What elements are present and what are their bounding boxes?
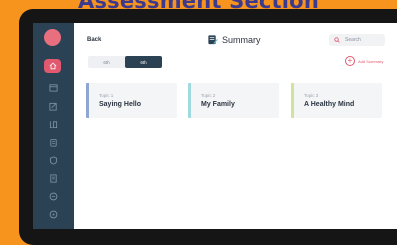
page-title-text: Summary <box>222 34 261 45</box>
topic-number: Topic 3 <box>304 93 319 98</box>
topic-card[interactable]: Topic 3 A Healthy Mind <box>291 83 382 118</box>
calendar-icon <box>49 84 58 92</box>
sidebar-item-home[interactable] <box>44 59 61 73</box>
sidebar-item-document[interactable] <box>48 173 59 184</box>
tab-grade-first[interactable]: 6th <box>88 56 125 68</box>
search-placeholder: Search <box>345 37 361 43</box>
summary-icon <box>208 35 218 45</box>
tab-grade-second[interactable]: 6th <box>125 56 162 68</box>
page-title: Summary <box>207 34 261 45</box>
sidebar-item-book[interactable] <box>48 119 59 130</box>
grade-tabs: 6th 6th <box>88 56 162 68</box>
book-icon <box>49 121 58 129</box>
search-icon <box>334 37 340 43</box>
sidebar-item-shield[interactable] <box>48 155 59 166</box>
add-summary-button[interactable]: + Add Summary <box>345 56 383 66</box>
sidebar-item-clipboard[interactable] <box>48 137 59 148</box>
main-content: Back Summary Search 6th 6th + Add Summar… <box>74 23 397 229</box>
sidebar-item-calendar[interactable] <box>48 82 59 93</box>
shield-icon <box>49 156 58 165</box>
sidebar-item-help[interactable] <box>48 209 59 220</box>
chat-icon <box>49 192 58 201</box>
clipboard-icon <box>50 138 57 147</box>
topic-number: Topic 2 <box>201 93 216 98</box>
avatar[interactable] <box>44 29 61 46</box>
edit-icon <box>49 102 57 111</box>
topic-name: A Healthy Mind <box>304 101 355 108</box>
topic-number: Topic 1 <box>99 93 114 98</box>
sidebar <box>33 23 74 229</box>
home-icon <box>49 62 56 70</box>
topic-card[interactable]: Topic 1 Saying Hello <box>86 83 177 118</box>
sidebar-item-edit[interactable] <box>48 101 59 112</box>
topic-name: My Family <box>201 101 235 108</box>
app-screen: Back Summary Search 6th 6th + Add Summar… <box>33 23 397 229</box>
plus-icon: + <box>345 56 355 66</box>
topic-card[interactable]: Topic 2 My Family <box>188 83 279 118</box>
document-icon <box>50 174 57 183</box>
sidebar-item-chat[interactable] <box>48 191 59 202</box>
add-summary-label: Add Summary <box>358 58 384 64</box>
search-input[interactable]: Search <box>329 34 385 46</box>
help-icon <box>49 210 58 219</box>
back-button[interactable]: Back <box>87 37 101 43</box>
topic-name: Saying Hello <box>99 101 142 108</box>
